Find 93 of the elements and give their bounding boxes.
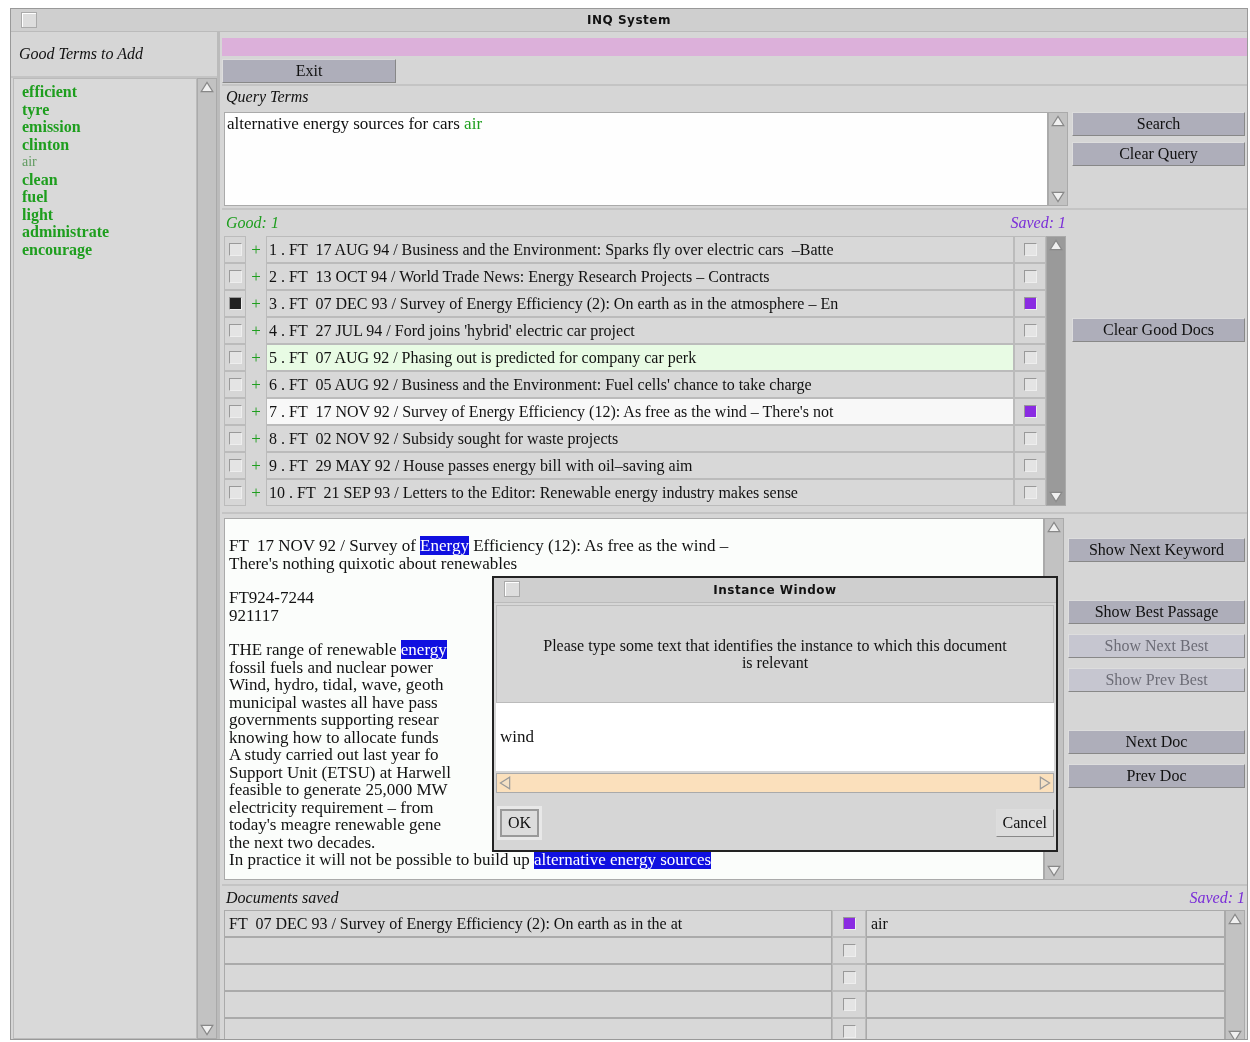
exit-button[interactable]: Exit xyxy=(222,59,396,83)
saved-checkbox[interactable] xyxy=(842,1025,856,1038)
dialog-button[interactable]: OK xyxy=(500,808,540,837)
window-menu-button[interactable] xyxy=(504,581,520,597)
document-line: THE range of renewable energy xyxy=(229,641,447,659)
result-row[interactable]: 8 . FT 02 NOV 92 / Subsidy sought for waste projects xyxy=(266,425,1014,452)
document-line: Support Unit (ETSU) at Harwell xyxy=(229,763,451,781)
good-checkbox[interactable] xyxy=(228,405,242,418)
section-label: Query Terms xyxy=(225,87,310,108)
document-line: FT924-7244 xyxy=(229,589,314,607)
saved-checkbox[interactable] xyxy=(1023,459,1037,472)
scroll-up-icon[interactable] xyxy=(1228,913,1242,925)
document-line: the next two decades. xyxy=(229,833,376,851)
saved-checkbox[interactable] xyxy=(1023,486,1037,499)
good-checkbox[interactable] xyxy=(228,432,242,445)
dialog-title: Instance Window xyxy=(713,583,837,597)
scroll-up-icon[interactable] xyxy=(200,81,214,93)
good-checkbox[interactable] xyxy=(228,459,242,472)
scroll-down-icon[interactable] xyxy=(1047,865,1061,877)
document-button[interactable]: Next Doc xyxy=(1068,730,1245,754)
scroll-up-icon[interactable] xyxy=(1049,239,1063,251)
document-line: feasible to generate 25,000 MW xyxy=(229,781,448,799)
document-line: knowing how to allocate funds xyxy=(229,728,439,746)
good-checkbox[interactable] xyxy=(228,270,242,283)
window-title: INQ System xyxy=(587,13,671,27)
document-line: governments supporting resear xyxy=(229,711,439,729)
scroll-down-icon[interactable] xyxy=(1049,491,1063,503)
result-row[interactable]: 9 . FT 29 MAY 92 / House passes energy bill with oil–saving aim xyxy=(266,452,1014,479)
saved-count: Saved: 1 xyxy=(1010,214,1066,232)
result-row[interactable]: 2 . FT 13 OCT 94 / World Trade News: Energy Research Projects – Contracts xyxy=(266,263,1014,290)
saved-checkbox[interactable] xyxy=(842,971,856,984)
scroll-down-icon[interactable] xyxy=(200,1024,214,1036)
document-line: electricity requirement – from xyxy=(229,798,434,816)
dialog-button[interactable]: Cancel xyxy=(995,808,1054,837)
good-checkbox[interactable] xyxy=(228,378,242,391)
panel-heading: Good Terms to Add xyxy=(19,45,144,63)
good-checkbox[interactable] xyxy=(228,486,242,499)
saved-checkbox[interactable] xyxy=(1023,378,1037,391)
result-row[interactable]: 10 . FT 21 SEP 93 / Letters to the Editor: Renewable energy industry makes sense xyxy=(266,479,1014,506)
saved-checkbox[interactable] xyxy=(842,998,856,1011)
saved-count: Saved: 1 xyxy=(1189,889,1245,907)
scroll-left-icon[interactable] xyxy=(499,776,511,790)
saved-checkbox[interactable] xyxy=(1023,351,1037,364)
clear-good-docs-button[interactable]: Clear Good Docs xyxy=(1072,318,1245,342)
query-field[interactable]: alternative energy sources for cars air xyxy=(224,112,1048,206)
good-count: Good: 1 xyxy=(226,214,279,232)
document-line: FT 17 NOV 92 / Survey of Energy Efficiency (12): As free as the wind – xyxy=(229,537,729,555)
query-button[interactable]: Clear Query xyxy=(1072,142,1245,166)
document-line: A study carried out last year fo xyxy=(229,746,439,764)
document-line: Wind, hydro, tidal, wave, geoth xyxy=(229,676,444,694)
result-row[interactable]: 6 . FT 05 AUG 92 / Business and the Environment: Fuel cells' chance to take charge xyxy=(266,371,1014,398)
window-menu-button[interactable] xyxy=(21,12,37,28)
horizontal-scrollbar[interactable] xyxy=(496,773,1054,793)
good-checkbox[interactable] xyxy=(228,324,242,337)
dialog-message: Please type some text that identifies the instance to which this document is relevant xyxy=(542,637,1008,671)
document-line: There's nothing quixotic about renewables xyxy=(229,554,518,572)
saved-checkbox[interactable] xyxy=(1023,243,1037,256)
good-checkbox[interactable] xyxy=(228,351,242,364)
scroll-up-icon[interactable] xyxy=(1047,521,1061,533)
scroll-down-icon[interactable] xyxy=(1228,1030,1242,1039)
saved-checkbox[interactable] xyxy=(842,944,856,957)
scrollbar[interactable] xyxy=(197,78,217,1039)
saved-checkbox[interactable] xyxy=(1023,324,1037,337)
scroll-right-icon[interactable] xyxy=(1039,776,1051,790)
saved-checkbox[interactable] xyxy=(1023,405,1037,418)
document-line: fossil fuels and nuclear power xyxy=(229,658,433,676)
scrollbar[interactable] xyxy=(1048,112,1068,206)
document-button[interactable]: Prev Doc xyxy=(1068,764,1245,788)
section-label: Documents saved xyxy=(226,889,339,907)
good-checkbox[interactable] xyxy=(228,297,242,310)
saved-checkbox[interactable] xyxy=(1023,297,1037,310)
document-line: municipal wastes all have pass xyxy=(229,693,438,711)
saved-checkbox[interactable] xyxy=(1023,432,1037,445)
document-line: today's meagre renewable gene xyxy=(229,816,442,834)
table-cell: air xyxy=(866,910,1225,937)
result-row[interactable]: 3 . FT 07 DEC 93 / Survey of Energy Efficiency (2): On earth as in the atmosphere – En xyxy=(266,290,1014,317)
result-row[interactable]: 5 . FT 07 AUG 92 / Phasing out is predicted for company car perk xyxy=(266,344,1014,371)
result-row[interactable]: 7 . FT 17 NOV 92 / Survey of Energy Efficiency (12): As free as the wind – There's not xyxy=(266,398,1014,425)
table-cell: FT 07 DEC 93 / Survey of Energy Efficiency (2): On earth as in the at xyxy=(224,910,832,937)
result-row[interactable]: 1 . FT 17 AUG 94 / Business and the Environment: Sparks fly over electric cars –Batte xyxy=(266,236,1014,263)
good-checkbox[interactable] xyxy=(228,243,242,256)
scroll-down-icon[interactable] xyxy=(1051,191,1065,203)
scroll-up-icon[interactable] xyxy=(1051,115,1065,127)
instance-input[interactable]: wind xyxy=(496,703,1054,771)
saved-checkbox[interactable] xyxy=(1023,270,1037,283)
saved-checkbox[interactable] xyxy=(842,917,856,930)
document-button[interactable]: Show Next Keyword xyxy=(1068,538,1245,562)
document-line: 921117 xyxy=(229,606,279,624)
scrollbar[interactable] xyxy=(1046,236,1066,506)
document-button[interactable]: Show Best Passage xyxy=(1068,600,1245,624)
scrollbar[interactable] xyxy=(1225,910,1245,1039)
query-button[interactable]: Search xyxy=(1072,112,1245,136)
result-row[interactable]: 4 . FT 27 JUL 94 / Ford joins 'hybrid' electric car project xyxy=(266,317,1014,344)
